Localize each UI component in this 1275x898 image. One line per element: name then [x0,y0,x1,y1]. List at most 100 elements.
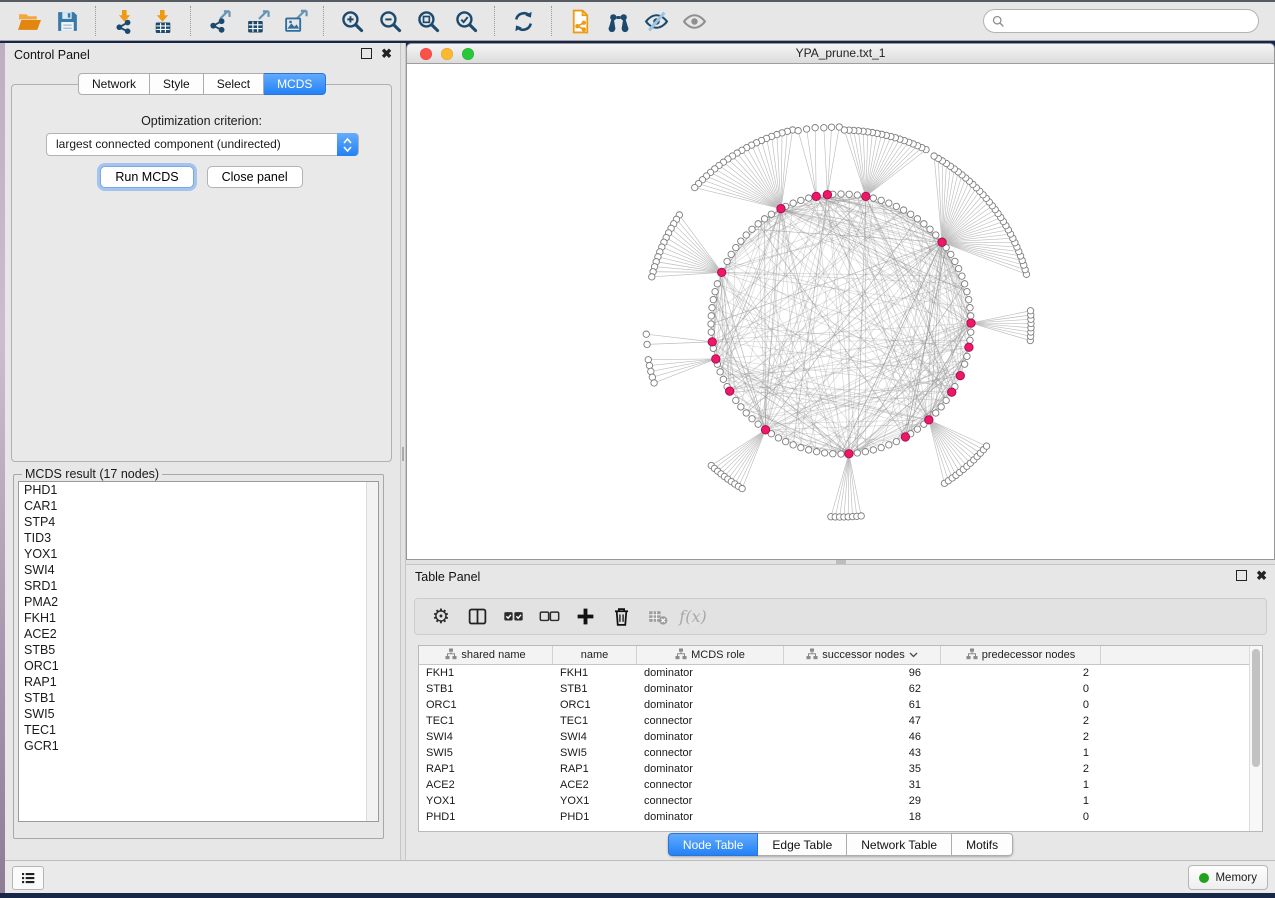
float-panel-icon[interactable] [361,48,372,59]
cell-name: SWI4 [553,729,637,745]
tab-network-table[interactable]: Network Table [847,833,952,856]
mcds-result-item[interactable]: CAR1 [19,498,378,514]
add-column-button[interactable] [570,603,600,631]
run-mcds-button[interactable]: Run MCDS [100,166,193,188]
memory-button[interactable]: Memory [1188,865,1268,890]
close-panel-icon[interactable]: ✖ [381,48,392,59]
mcds-result-item[interactable]: SWI4 [19,562,378,578]
table-row[interactable]: TEC1TEC1connector472 [419,713,1262,729]
delete-table-icon [647,606,668,627]
table-mode-button[interactable]: ⚙ [426,603,456,631]
add-column-icon [575,606,596,627]
control-panel-tabs: NetworkStyleSelectMCDS [78,73,326,95]
tab-network[interactable]: Network [78,73,150,95]
mcds-result-item[interactable]: ORC1 [19,658,378,674]
mcds-result-item[interactable]: RAP1 [19,674,378,690]
tab-node-table[interactable]: Node Table [668,833,759,856]
column-header-MCDS-role[interactable]: MCDS role [637,646,784,664]
import-network-button[interactable] [109,6,139,36]
float-panel-icon[interactable] [1236,570,1247,581]
mcds-result-item[interactable]: YOX1 [19,546,378,562]
column-header-name[interactable]: name [553,646,637,664]
import-table-button[interactable] [147,6,177,36]
zoom-selected-button[interactable] [451,6,481,36]
search-icon [992,15,1005,28]
table-row[interactable]: FKH1FKH1dominator962 [419,665,1262,681]
mcds-list-scrollbar[interactable] [366,482,378,821]
mcds-result-item[interactable]: GCR1 [19,738,378,754]
select-all-rows-button[interactable] [498,603,528,631]
tab-select[interactable]: Select [204,73,264,95]
mcds-result-item[interactable]: PMA2 [19,594,378,610]
cell-MCDS-role: dominator [637,761,784,777]
table-scrollbar[interactable] [1249,646,1262,831]
mcds-result-item[interactable]: STB5 [19,642,378,658]
search-box[interactable] [983,9,1259,33]
optimization-criterion-select[interactable]: largest connected component (undirected) [46,133,359,156]
refresh-view-button[interactable] [508,6,538,36]
export-network-button[interactable] [204,6,234,36]
mcds-result-item[interactable]: ACE2 [19,626,378,642]
export-table-button[interactable] [242,6,272,36]
cell-MCDS-role: connector [637,713,784,729]
mcds-result-item[interactable]: STP4 [19,514,378,530]
network-window-titlebar[interactable]: YPA_prune.txt_1 [407,44,1274,64]
mcds-result-item[interactable]: PHD1 [19,482,378,498]
cell-predecessor-nodes: 0 [941,809,1101,825]
search-input[interactable] [1010,13,1250,29]
cell-MCDS-role: dominator [637,729,784,745]
show-all-button[interactable] [679,6,709,36]
select-first-neighbors-button[interactable] [603,6,633,36]
cell-shared-name: RAP1 [419,761,553,777]
table-row[interactable]: STB1STB1dominator620 [419,681,1262,697]
table-row[interactable]: PHD1PHD1dominator180 [419,809,1262,825]
cell-successor-nodes: 35 [784,761,941,777]
mcds-result-list[interactable]: PHD1CAR1STP4TID3YOX1SWI4SRD1PMA2FKH1ACE2… [18,481,379,822]
show-all-icon [682,9,707,34]
mcds-result-item[interactable]: TID3 [19,530,378,546]
table-row[interactable]: ACE2ACE2connector311 [419,777,1262,793]
export-image-icon [283,9,308,34]
table-panel: Table Panel ✖ ⚙f(x) shared namenameMCDS … [406,564,1275,860]
column-header-shared-name[interactable]: shared name [419,646,553,664]
table-row[interactable]: ORC1ORC1dominator610 [419,697,1262,713]
zoom-in-button[interactable] [337,6,367,36]
show-columns-button[interactable] [462,603,492,631]
tab-style[interactable]: Style [150,73,204,95]
zoom-out-button[interactable] [375,6,405,36]
cell-name: YOX1 [553,793,637,809]
delete-column-button[interactable] [606,603,636,631]
table-row[interactable]: SWI4SWI4dominator462 [419,729,1262,745]
export-image-button[interactable] [280,6,310,36]
close-panel-icon[interactable]: ✖ [1256,570,1267,581]
network-graph[interactable] [407,64,1275,560]
task-history-button[interactable] [12,866,44,890]
table-row[interactable]: RAP1RAP1dominator352 [419,761,1262,777]
tab-edge-table[interactable]: Edge Table [758,833,847,856]
column-header-predecessor-nodes[interactable]: predecessor nodes [941,646,1101,664]
cell-shared-name: SWI5 [419,745,553,761]
table-scrollbar-thumb[interactable] [1252,649,1260,767]
hide-selected-button[interactable] [641,6,671,36]
cell-shared-name: ORC1 [419,697,553,713]
tab-motifs[interactable]: Motifs [952,833,1013,856]
table-row[interactable]: SWI5SWI5connector431 [419,745,1262,761]
control-panel: Control Panel ✖ NetworkStyleSelectMCDS O… [5,43,400,860]
mcds-result-item[interactable]: FKH1 [19,610,378,626]
zoom-fit-button[interactable] [413,6,443,36]
mcds-result-item[interactable]: SWI5 [19,706,378,722]
tab-mcds[interactable]: MCDS [264,73,326,95]
open-file-button[interactable] [14,6,44,36]
table-row[interactable]: YOX1YOX1connector291 [419,793,1262,809]
cell-MCDS-role: connector [637,793,784,809]
cell-shared-name: FKH1 [419,665,553,681]
mcds-result-item[interactable]: STB1 [19,690,378,706]
column-header-successor-nodes[interactable]: successor nodes [784,646,941,664]
mcds-result-item[interactable]: SRD1 [19,578,378,594]
close-panel-button[interactable]: Close panel [207,166,303,188]
save-session-button[interactable] [52,6,82,36]
mcds-result-item[interactable]: TEC1 [19,722,378,738]
new-network-from-selection-button[interactable] [565,6,595,36]
network-canvas[interactable] [407,64,1274,560]
deselect-all-rows-button[interactable] [534,603,564,631]
